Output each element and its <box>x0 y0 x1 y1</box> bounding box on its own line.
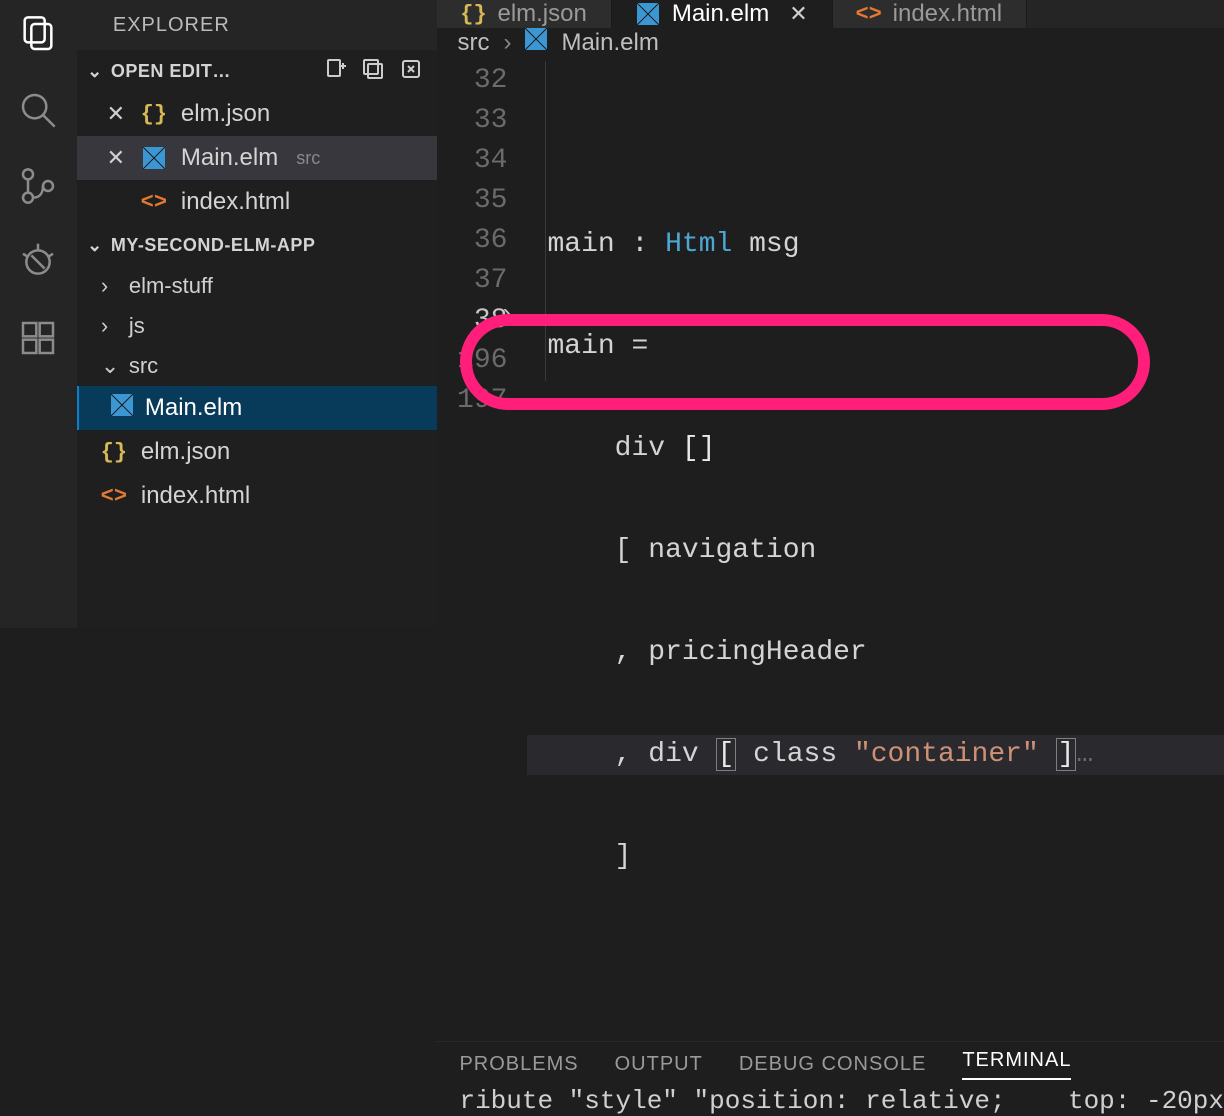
chevron-right-icon: › <box>101 313 119 339</box>
tab-label: index.html <box>893 0 1002 28</box>
activity-debug[interactable] <box>18 242 58 282</box>
panel-tab-output[interactable]: OUTPUT <box>615 1053 703 1076</box>
folder-label: js <box>129 313 145 339</box>
chevron-down-icon: ⌄ <box>85 235 105 256</box>
open-editor-label: index.html <box>181 188 290 216</box>
open-editor-label: elm.json <box>181 100 270 128</box>
folder-item[interactable]: › elm-stuff <box>77 266 438 306</box>
folder-label: elm-stuff <box>129 273 213 299</box>
file-item[interactable]: Main.elm <box>77 386 438 430</box>
html-icon: <> <box>101 483 127 509</box>
open-editor-meta: src <box>296 148 320 169</box>
line-number: 197 <box>437 381 527 421</box>
workspace-label: MY-SECOND-ELM-APP <box>111 235 316 256</box>
panel-tab-debug[interactable]: DEBUG CONSOLE <box>739 1053 926 1076</box>
breadcrumb[interactable]: src › Main.elm <box>437 28 1224 57</box>
activity-bar <box>0 0 77 628</box>
activity-explorer[interactable] <box>18 14 58 54</box>
file-item[interactable]: {} elm.json <box>77 430 438 474</box>
open-editor-item[interactable]: ✕ Main.elm src <box>77 136 438 180</box>
chevron-down-icon: ⌄ <box>101 353 119 379</box>
file-item[interactable]: <> index.html <box>77 474 438 518</box>
folder-item[interactable]: ⌄ src <box>77 346 438 386</box>
activity-extensions[interactable] <box>18 318 58 358</box>
elm-icon <box>111 394 133 423</box>
folder-label: src <box>129 353 158 379</box>
folder-item[interactable]: › js <box>77 306 438 346</box>
breadcrumb-segment[interactable]: Main.elm <box>561 29 658 57</box>
sidebar-title: EXPLORER <box>77 0 438 50</box>
terminal-output[interactable]: ribute "style" "position: relative; top:… <box>437 1086 1224 1116</box>
workspace-header[interactable]: ⌄ MY-SECOND-ELM-APP <box>77 224 438 266</box>
elm-icon <box>525 28 547 57</box>
tab-index-html[interactable]: <> index.html <box>833 0 1027 28</box>
tab-main-elm[interactable]: Main.elm ✕ <box>612 0 833 28</box>
line-number: 36 <box>437 221 527 261</box>
json-icon: {} <box>461 2 485 26</box>
open-editor-item[interactable]: ✕ {} elm.json <box>77 92 438 136</box>
chevron-right-icon: › <box>503 29 511 57</box>
close-icon[interactable]: ✕ <box>105 145 127 171</box>
file-label: Main.elm <box>145 394 242 422</box>
panel-tab-terminal[interactable]: TERMINAL <box>962 1049 1071 1080</box>
open-editors-actions <box>323 57 437 86</box>
new-file-icon[interactable] <box>323 57 347 86</box>
line-number: 196 <box>437 341 527 381</box>
tab-label: Main.elm <box>672 0 769 28</box>
close-all-icon[interactable] <box>399 57 423 86</box>
file-label: index.html <box>141 482 250 510</box>
line-number: 33 <box>437 101 527 141</box>
html-icon: <> <box>857 2 881 26</box>
tab-label: elm.json <box>497 0 586 28</box>
chevron-down-icon: ⌄ <box>85 61 105 82</box>
open-editor-item[interactable]: <> index.html <box>77 180 438 224</box>
tab-elm-json[interactable]: {} elm.json <box>437 0 611 28</box>
bottom-panel: PROBLEMS OUTPUT DEBUG CONSOLE TERMINAL r… <box>437 1041 1224 1116</box>
tab-bar: {} elm.json Main.elm ✕ <> index.html <box>437 0 1224 28</box>
line-number: 37 <box>437 261 527 301</box>
line-number: 35 <box>437 181 527 221</box>
chevron-right-icon: › <box>101 273 119 299</box>
line-number: 38 <box>437 301 527 341</box>
panel-tab-problems[interactable]: PROBLEMS <box>459 1053 578 1076</box>
fold-chevron-icon[interactable]: › <box>499 301 513 328</box>
panel-tabs: PROBLEMS OUTPUT DEBUG CONSOLE TERMINAL <box>437 1042 1224 1086</box>
explorer-sidebar: EXPLORER ⌄ OPEN EDIT… ✕ {} elm.json ✕ Ma… <box>77 0 438 628</box>
code-content[interactable]: main : Html msg main = div [] [ navigati… <box>527 57 1224 1041</box>
elm-icon <box>636 2 660 26</box>
close-icon[interactable]: ✕ <box>105 101 127 127</box>
breadcrumb-segment[interactable]: src <box>457 29 489 57</box>
line-number: 32 <box>437 61 527 101</box>
line-gutter: 32 33 34 35 36 37 38 196 197 <box>437 57 527 1041</box>
activity-search[interactable] <box>18 90 58 130</box>
line-number: 34 <box>437 141 527 181</box>
elm-icon <box>141 145 167 171</box>
json-icon: {} <box>101 439 127 465</box>
open-editors-header[interactable]: ⌄ OPEN EDIT… <box>77 50 438 92</box>
file-label: elm.json <box>141 438 230 466</box>
activity-source-control[interactable] <box>18 166 58 206</box>
code-editor[interactable]: 32 33 34 35 36 37 38 196 197 › main : Ht… <box>437 57 1224 1041</box>
json-icon: {} <box>141 101 167 127</box>
html-icon: <> <box>141 189 167 215</box>
open-editors-label: OPEN EDIT… <box>111 61 231 82</box>
close-icon[interactable]: ✕ <box>789 1 807 27</box>
main-area: {} elm.json Main.elm ✕ <> index.html src… <box>437 0 1224 628</box>
save-all-icon[interactable] <box>361 57 385 86</box>
open-editor-label: Main.elm <box>181 144 278 172</box>
